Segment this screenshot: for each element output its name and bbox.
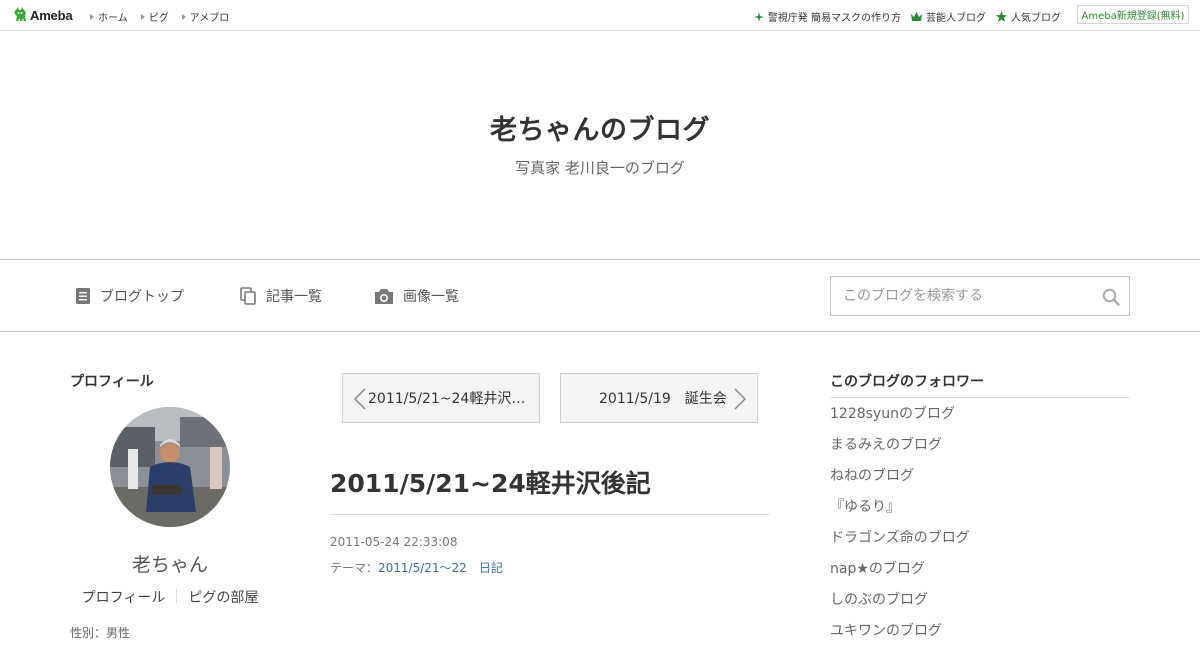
followers-list: 1228syunのブログ まるみえのブログ ねねのブログ 『ゆるり』 ドラゴンズ… [830,404,970,652]
follower-item[interactable]: まるみえのブログ [830,435,970,466]
chevron-right-icon [734,388,746,410]
mask-guide-label: 警視庁発 簡易マスクの作り方 [767,13,901,24]
next-entry-label: 2011/5/19 誕生会 [599,391,727,407]
top-nav-pigg[interactable]: ピグ [140,9,169,24]
popular-blog-label: 人気ブログ [1011,13,1061,24]
prev-entry-button[interactable]: 2011/5/21~24軽井沢… [342,373,540,423]
theme-link[interactable]: 2011/5/21〜22 日記 [378,561,503,575]
divider [830,397,1130,398]
profile-heading: プロフィール [70,374,154,390]
mask-guide-link[interactable]: 警視庁発 簡易マスクの作り方 [753,9,901,24]
arrow-right-icon [90,13,94,20]
camera-icon [375,288,393,304]
nav-article-list[interactable]: 記事一覧 [240,286,322,306]
followers-heading: このブログのフォロワー [830,374,984,390]
nav-image-list-label: 画像一覧 [403,289,459,305]
document-icon [76,288,90,304]
celebrity-blog-link[interactable]: 芸能人ブログ [911,9,986,24]
follower-item[interactable]: ドラゴンズ命のブログ [830,528,970,559]
top-nav-label: アメブロ [189,13,230,24]
blog-nav-bar: ブログトップ 記事一覧 画像一覧 [0,259,1200,332]
chevron-left-icon [354,388,366,410]
pigg-room-link[interactable]: ピグの部屋 [188,587,258,607]
blog-search-box [830,276,1130,316]
arrow-right-icon [140,13,145,20]
top-right-links: 警視庁発 簡易マスクの作り方 芸能人ブログ 人気ブログ [744,9,1061,24]
search-button[interactable] [1102,288,1120,310]
nav-blog-top-label: ブログトップ [100,289,184,305]
top-bar: Ameba ホーム ピグ アメブロ 警視庁発 簡易マスクの作り方 芸能人ブログ … [0,0,1200,31]
profile-name[interactable]: 老ちゃん [70,550,270,577]
follower-item[interactable]: ユキワンのブログ [830,621,970,652]
prev-entry-label: 2011/5/21~24軽井沢… [368,391,526,407]
profile-links: プロフィール ピグの部屋 [70,587,270,607]
search-icon [1102,288,1120,306]
avatar[interactable] [110,407,230,527]
follower-item[interactable]: 『ゆるり』 [830,497,970,528]
crown-icon [911,12,922,21]
logo-text: Ameba [30,7,73,23]
next-entry-button[interactable]: 2011/5/19 誕生会 [560,373,758,423]
nav-image-list[interactable]: 画像一覧 [374,286,459,306]
top-nav-ameblo[interactable]: アメブロ [181,9,230,24]
divider [330,514,770,515]
theme-prefix: テーマ： [330,561,379,575]
follower-item[interactable]: nap★のブログ [830,559,970,590]
blog-description: 写真家 老川良一のブログ [515,159,685,177]
celebrity-blog-label: 芸能人ブログ [926,13,986,24]
top-nav: ホーム ピグ アメブロ [90,9,242,24]
top-nav-label: ピグ [148,13,169,24]
nav-article-list-label: 記事一覧 [266,289,322,305]
popular-blog-link[interactable]: 人気ブログ [996,9,1061,24]
divider [176,589,178,603]
entry-date: 2011-05-24 22:33:08 [330,535,458,549]
ameba-logo-icon [14,6,26,21]
entry-title[interactable]: 2011/5/21~24軽井沢後記 [330,464,651,500]
ameba-logo[interactable]: Ameba [13,6,73,24]
top-nav-home[interactable]: ホーム [90,9,128,24]
register-button[interactable]: Ameba新規登録(無料) [1077,5,1189,24]
follower-item[interactable]: しのぶのブログ [830,590,970,621]
arrow-right-icon [181,13,186,20]
copy-icon [240,287,256,305]
nav-blog-top[interactable]: ブログトップ [75,286,184,306]
blog-title[interactable]: 老ちゃんのブログ [0,108,1200,147]
profile-link[interactable]: プロフィール [82,587,166,607]
follower-item[interactable]: ねねのブログ [830,466,970,497]
top-nav-label: ホーム [98,13,128,24]
avatar-image [110,407,230,527]
entry-theme: テーマ：2011/5/21〜22 日記 [330,559,503,576]
sparkle-icon [753,11,764,22]
profile-gender: 性別：男性 [70,626,131,640]
follower-item[interactable]: 1228syunのブログ [830,404,970,435]
star-icon [996,11,1007,22]
search-input[interactable] [841,287,1100,305]
